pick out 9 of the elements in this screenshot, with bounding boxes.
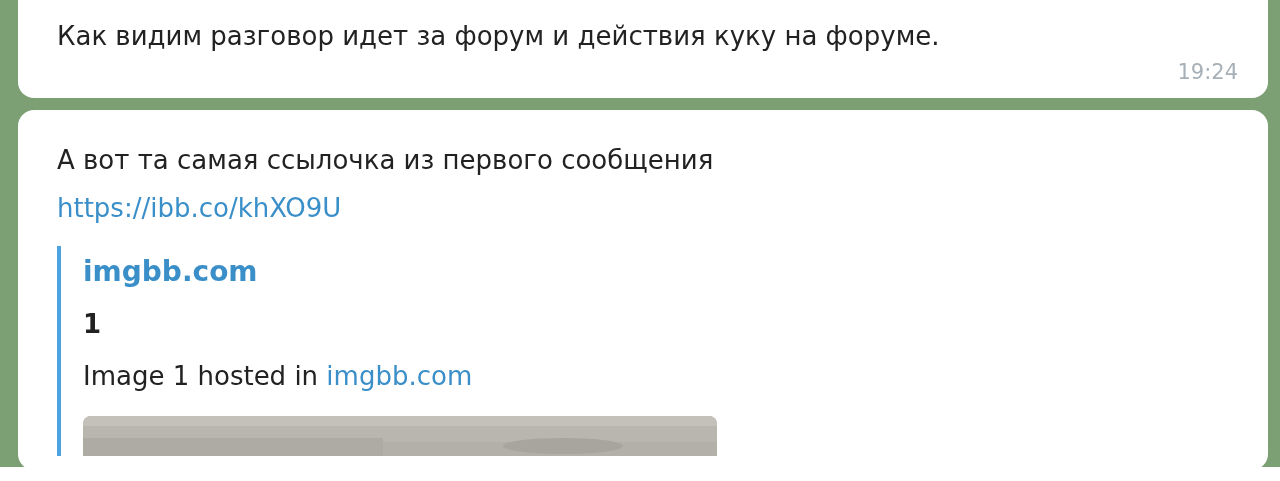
preview-title: 1 xyxy=(83,308,103,341)
message-text: А вот та самая ссылочка из первого сообщения xyxy=(57,144,715,177)
message-text: Как видим разговор идет за форум и действия куку на форуме. xyxy=(57,20,941,53)
preview-site: imgbb.com xyxy=(83,254,259,290)
preview-link[interactable]: imgbb.com xyxy=(326,361,473,391)
preview-description: Image 1 hosted in imgbb.com xyxy=(83,360,474,393)
message-time: 19:24 xyxy=(1177,60,1238,84)
message-link[interactable]: https://ibb.co/khXO9U xyxy=(57,184,1238,232)
link-preview[interactable]: imgbb.com 1 Image 1 hosted in imgbb.com xyxy=(57,246,1238,456)
